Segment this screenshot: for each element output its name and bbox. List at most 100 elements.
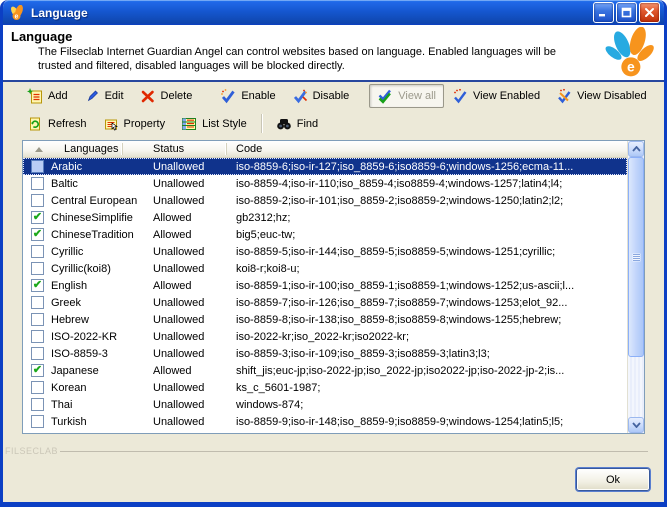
svg-text:e: e (15, 13, 19, 20)
language-checkbox[interactable]: ✔ (31, 228, 44, 241)
filseclab-watermark: FILSECLAB (5, 446, 58, 456)
delete-button[interactable]: Delete (132, 84, 201, 108)
language-name-cell: Japanese (47, 365, 147, 377)
table-row[interactable]: Greek Unallowed iso-8859-7;iso-ir-126;is… (23, 294, 627, 311)
column-header-languages[interactable]: Languages (47, 141, 123, 157)
language-checkbox[interactable]: ✔ (31, 279, 44, 292)
code-cell: iso-8859-6;iso-ir-127;iso_8859-6;iso8859… (227, 161, 627, 173)
language-checkbox[interactable] (31, 330, 44, 343)
status-cell: Unallowed (147, 382, 227, 394)
table-row[interactable]: ✔ ChineseTradition Allowed big5;euc-tw; (23, 226, 627, 243)
status-cell: Allowed (147, 229, 227, 241)
enable-button[interactable]: Enable (212, 84, 283, 108)
table-row[interactable]: Thai Unallowed windows-874; (23, 396, 627, 413)
scrollbar-thumb[interactable] (628, 157, 644, 357)
view-all-label: View all (398, 90, 436, 102)
scrollbar-track[interactable] (628, 157, 644, 417)
close-button[interactable] (639, 2, 660, 23)
table-row[interactable]: ✔ English Allowed iso-8859-1;iso-ir-100;… (23, 277, 627, 294)
refresh-button[interactable]: Refresh (19, 112, 95, 136)
app-icon: e (9, 5, 27, 21)
table-row[interactable]: Hebrew Unallowed iso-8859-8;iso-ir-138;i… (23, 311, 627, 328)
ok-button[interactable]: Ok (576, 468, 650, 491)
status-cell: Allowed (147, 365, 227, 377)
maximize-button[interactable] (616, 2, 637, 23)
language-checkbox[interactable] (31, 177, 44, 190)
language-name-cell: ChineseTradition (47, 229, 147, 241)
view-all-button[interactable]: View all (369, 84, 444, 108)
language-checkbox[interactable] (31, 398, 44, 411)
table-row[interactable]: ISO-8859-3 Unallowed iso-8859-3;iso-ir-1… (23, 345, 627, 362)
column-header-code[interactable]: Code (227, 141, 627, 157)
language-checkbox[interactable] (31, 160, 44, 173)
language-checkbox[interactable]: ✔ (31, 211, 44, 224)
find-button[interactable]: Find (268, 112, 326, 136)
table-row[interactable]: Central European Unallowed iso-8859-2;is… (23, 192, 627, 209)
column-header-status[interactable]: Status (123, 141, 227, 157)
view-enabled-label: View Enabled (473, 90, 540, 102)
status-cell: Unallowed (147, 178, 227, 190)
language-checkbox[interactable] (31, 381, 44, 394)
code-cell: gb2312;hz; (227, 212, 627, 224)
language-checkbox[interactable] (31, 194, 44, 207)
sort-arrow-icon (35, 147, 43, 152)
property-button[interactable]: Property (95, 112, 174, 136)
window-title: Language (31, 6, 593, 20)
refresh-icon (27, 116, 43, 132)
edit-button[interactable]: Edit (76, 84, 132, 108)
table-row[interactable]: Baltic Unallowed iso-8859-4;iso-ir-110;i… (23, 175, 627, 192)
table-row[interactable]: ✔ ChineseSimplifie Allowed gb2312;hz; (23, 209, 627, 226)
language-name-cell: Baltic (47, 178, 147, 190)
language-checkbox[interactable] (31, 313, 44, 326)
view-enabled-button[interactable]: View Enabled (444, 84, 548, 108)
language-checkbox[interactable] (31, 296, 44, 309)
table-row[interactable]: Korean Unallowed ks_c_5601-1987; (23, 379, 627, 396)
language-checkbox[interactable] (31, 347, 44, 360)
language-name-cell: Central European (47, 195, 147, 207)
language-name-cell: Turkish (47, 416, 147, 428)
table-row[interactable]: ✔ Japanese Allowed shift_jis;euc-jp;iso-… (23, 362, 627, 379)
scroll-down-button[interactable] (628, 417, 644, 433)
disable-icon (292, 88, 308, 104)
footer-rule (60, 451, 648, 452)
code-cell: iso-2022-kr;iso_2022-kr;iso2022-kr; (227, 331, 627, 343)
status-cell: Unallowed (147, 331, 227, 343)
add-label: Add (48, 90, 68, 102)
table-row[interactable]: ISO-2022-KR Unallowed iso-2022-kr;iso_20… (23, 328, 627, 345)
toolbar-separator (261, 114, 262, 133)
toolbar-row-2: Refresh Property List Style (3, 110, 664, 137)
table-row[interactable]: Cyrillic Unallowed iso-8859-5;iso-ir-144… (23, 243, 627, 260)
table-row[interactable]: Arabic Unallowed iso-8859-6;iso-ir-127;i… (23, 158, 627, 175)
list-style-button[interactable]: List Style (173, 112, 255, 136)
status-cell: Unallowed (147, 399, 227, 411)
status-cell: Allowed (147, 280, 227, 292)
view-disabled-label: View Disabled (577, 90, 647, 102)
language-checkbox[interactable] (31, 262, 44, 275)
status-cell: Unallowed (147, 416, 227, 428)
language-checkbox[interactable] (31, 245, 44, 258)
status-cell: Unallowed (147, 195, 227, 207)
view-disabled-button[interactable]: View Disabled (548, 84, 655, 108)
column-header-check[interactable] (23, 141, 47, 157)
vertical-scrollbar[interactable] (627, 141, 644, 433)
minimize-button[interactable] (593, 2, 614, 23)
language-name-cell: ISO-8859-3 (47, 348, 147, 360)
code-cell: iso-8859-7;iso-ir-126;iso_8859-7;iso8859… (227, 297, 627, 309)
language-checkbox[interactable] (31, 415, 44, 428)
titlebar[interactable]: e Language (3, 0, 664, 25)
language-name-cell: Arabic (47, 161, 147, 173)
page-description: The Filseclab Internet Guardian Angel ca… (38, 45, 583, 74)
add-button[interactable]: Add (19, 84, 76, 108)
language-checkbox[interactable]: ✔ (31, 364, 44, 377)
refresh-label: Refresh (48, 118, 87, 130)
table-row[interactable]: Turkish Unallowed iso-8859-9;iso-ir-148;… (23, 413, 627, 430)
svg-text:e: e (627, 59, 635, 75)
view-all-icon (377, 88, 393, 104)
table-row[interactable]: Cyrillic(koi8) Unallowed koi8-r;koi8-u; (23, 260, 627, 277)
page-header: Language The Filseclab Internet Guardian… (3, 25, 664, 80)
disable-label: Disable (313, 90, 350, 102)
scroll-up-button[interactable] (628, 141, 644, 157)
disable-button[interactable]: Disable (284, 84, 358, 108)
code-cell: iso-8859-8;iso-ir-138;iso_8859-8;iso8859… (227, 314, 627, 326)
status-cell: Unallowed (147, 314, 227, 326)
